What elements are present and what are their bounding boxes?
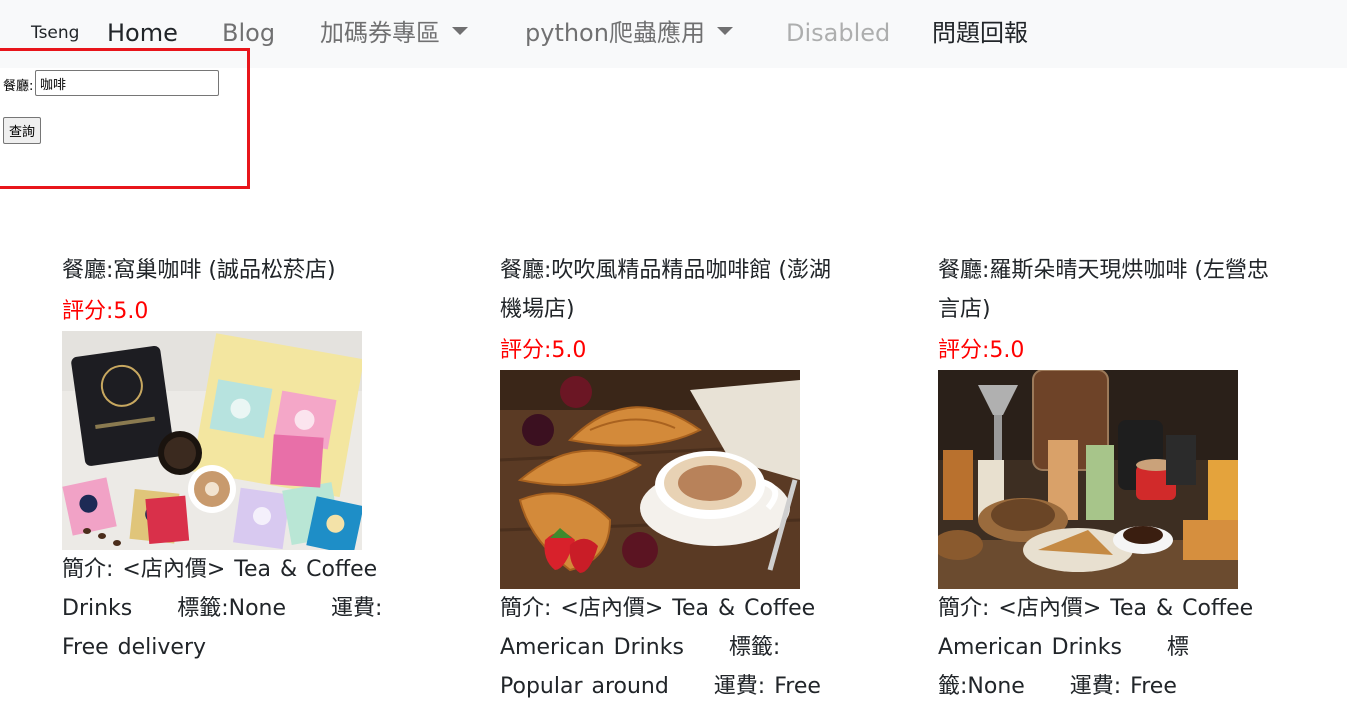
restaurant-label: 餐廳: xyxy=(3,79,34,94)
chevron-down-icon xyxy=(716,27,733,35)
restaurant-card: 餐廳:窩巢咖啡 (誠品松菸店) 評分:5.0 簡介: <店內價> Tea & C… xyxy=(62,251,407,667)
restaurant-name: 餐廳:羅斯朵晴天現烘咖啡 (左營忠言店) xyxy=(938,258,1269,322)
restaurant-name: 餐廳:吹吹風精品精品咖啡館 (澎湖機場店) xyxy=(500,258,831,322)
restaurant-description: 簡介: <店內價> Tea & Coffee American Drinks 標… xyxy=(938,596,1254,699)
restaurant-description: 簡介: <店內價> Tea & Coffee Drinks 標籤:None 運費… xyxy=(62,557,383,660)
nav-python-label: python爬蟲應用 xyxy=(525,19,705,47)
nav-coupon-label: 加碼券專區 xyxy=(320,19,440,47)
restaurant-name: 餐廳:窩巢咖啡 (誠品松菸店) xyxy=(62,258,336,283)
nav-report[interactable]: 問題回報 xyxy=(932,16,1028,50)
restaurant-search-input[interactable] xyxy=(35,70,219,96)
restaurant-image xyxy=(500,370,800,589)
search-button[interactable]: 查詢 xyxy=(3,117,42,144)
nav-python-dropdown[interactable]: python爬蟲應用 xyxy=(525,16,733,50)
navbar-brand[interactable]: Tseng xyxy=(31,23,79,43)
nav-coupon-dropdown[interactable]: 加碼券專區 xyxy=(320,16,468,50)
restaurant-rating: 評分:5.0 xyxy=(62,299,149,324)
nav-blog[interactable]: Blog xyxy=(222,16,275,50)
restaurant-rating: 評分:5.0 xyxy=(500,338,587,363)
restaurant-description: 簡介: <店內價> Tea & Coffee American Drinks 標… xyxy=(500,596,821,699)
restaurant-image xyxy=(938,370,1238,589)
restaurant-card: 餐廳:羅斯朵晴天現烘咖啡 (左營忠言店) 評分:5.0 簡介: <店內價> Te xyxy=(938,251,1283,706)
restaurant-card: 餐廳:吹吹風精品精品咖啡館 (澎湖機場店) 評分:5.0 簡介: <店內價> T… xyxy=(500,251,845,706)
chevron-down-icon xyxy=(452,27,468,35)
search-form: 餐廳: 查詢 xyxy=(0,48,250,189)
restaurant-rating: 評分:5.0 xyxy=(938,338,1025,363)
nav-disabled: Disabled xyxy=(786,19,891,47)
restaurant-image xyxy=(62,331,362,550)
nav-home[interactable]: Home xyxy=(107,16,178,50)
